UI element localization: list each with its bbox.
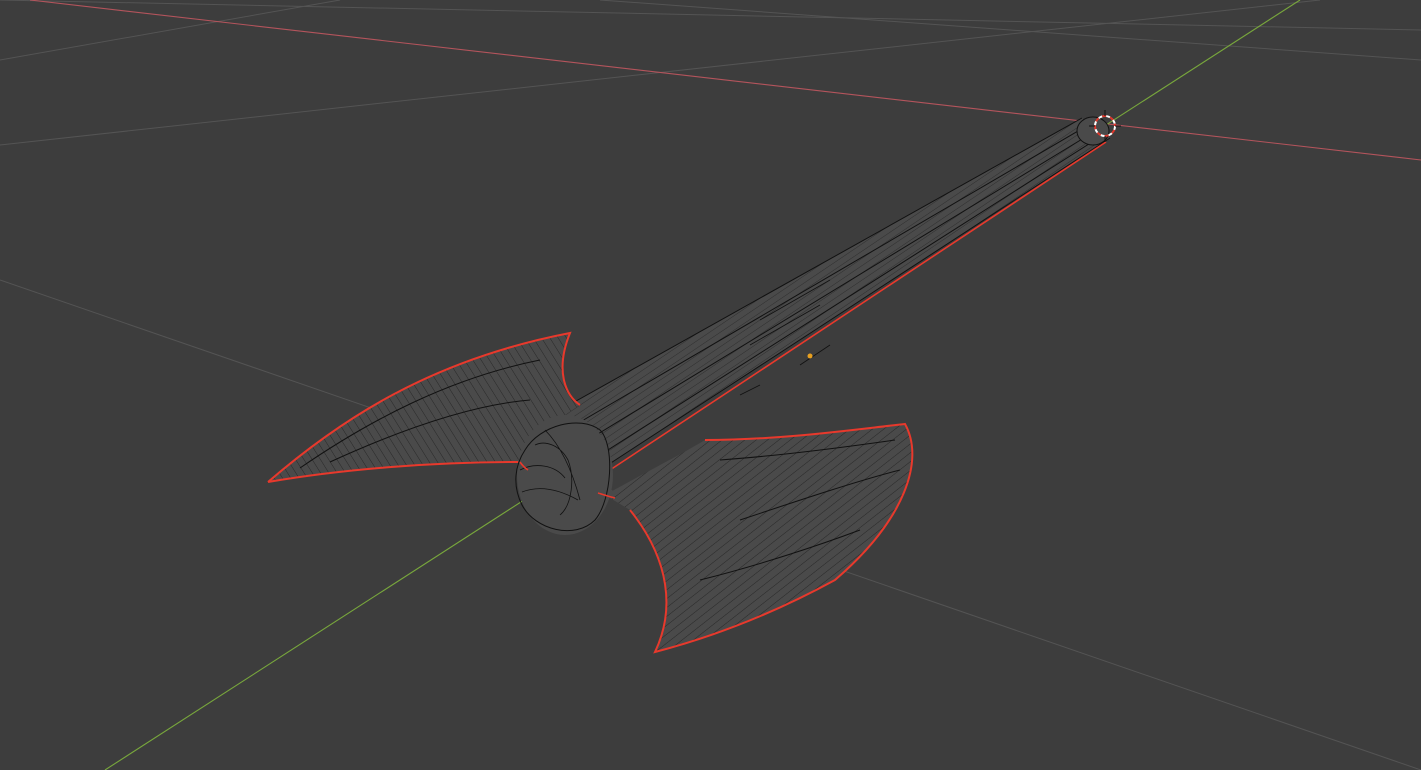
origin-marker-icon[interactable]	[807, 353, 813, 359]
origin-dot	[807, 353, 813, 359]
x-axis-line	[29, 0, 1421, 161]
grid-line	[599, 0, 1421, 61]
axe-handle-end[interactable]	[1076, 116, 1110, 146]
grid-line	[0, 0, 1421, 31]
3d-viewport[interactable]	[0, 0, 1421, 770]
viewport-scene[interactable]	[0, 0, 1421, 770]
axe-blade-right[interactable]	[605, 422, 914, 654]
axe-mesh[interactable]	[267, 116, 1111, 654]
axe-handle[interactable]	[559, 117, 1111, 471]
